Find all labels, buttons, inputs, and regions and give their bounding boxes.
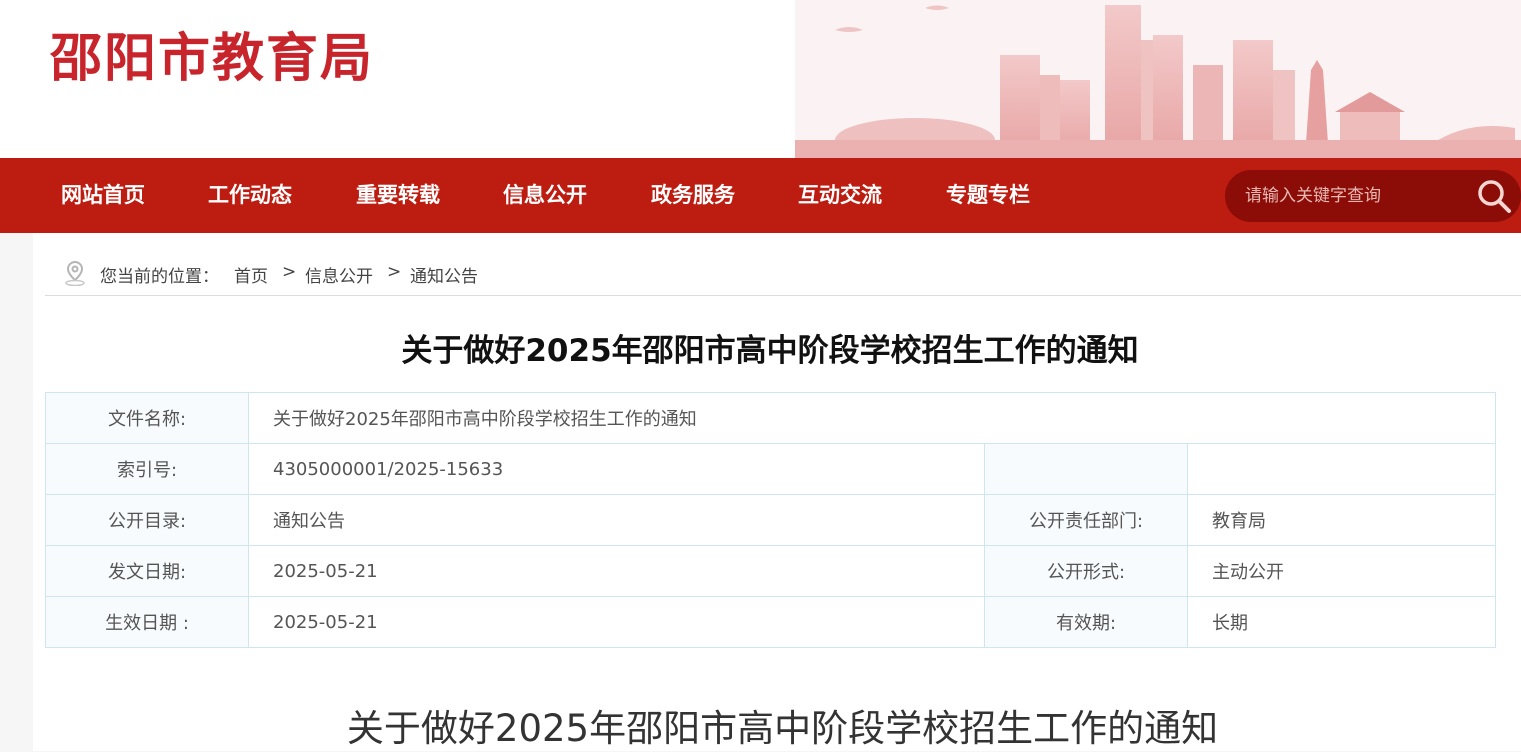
nav-work-news[interactable]: 工作动态: [208, 158, 292, 233]
catalog-value: 通知公告: [248, 494, 985, 546]
table-row: 公开目录: 通知公告 公开责任部门: 教育局: [45, 494, 1496, 546]
nav-interaction[interactable]: 互动交流: [798, 158, 882, 233]
issue-date-label: 发文日期:: [45, 545, 249, 597]
breadcrumb-separator: >: [387, 262, 402, 282]
validity-label: 有效期:: [984, 596, 1188, 648]
table-row: 生效日期 : 2025-05-21 有效期: 长期: [45, 596, 1496, 648]
empty-value-cell: [1187, 443, 1496, 495]
validity-value: 长期: [1187, 596, 1496, 648]
document-meta-table: 文件名称: 关于做好2025年邵阳市高中阶段学校招生工作的通知 索引号: 430…: [45, 392, 1496, 648]
nav-special-topics[interactable]: 专题专栏: [946, 158, 1030, 233]
dept-value: 教育局: [1187, 494, 1496, 546]
city-skyline-banner: [795, 0, 1521, 158]
breadcrumb-info-disclosure[interactable]: 信息公开: [305, 262, 373, 287]
document-title: 关于做好2025年邵阳市高中阶段学校招生工作的通知: [401, 333, 1139, 369]
index-value: 4305000001/2025-15633: [248, 443, 985, 495]
dept-label: 公开责任部门:: [984, 494, 1188, 546]
breadcrumb-notices[interactable]: 通知公告: [410, 262, 478, 287]
table-row: 发文日期: 2025-05-21 公开形式: 主动公开: [45, 545, 1496, 597]
file-name-value: 关于做好2025年邵阳市高中阶段学校招生工作的通知: [248, 392, 1496, 444]
nav-gov-services[interactable]: 政务服务: [651, 158, 735, 233]
nav-reprints[interactable]: 重要转载: [356, 158, 440, 233]
nav-info-disclosure[interactable]: 信息公开: [503, 158, 587, 233]
search-input[interactable]: [1245, 170, 1465, 222]
table-row: 文件名称: 关于做好2025年邵阳市高中阶段学校招生工作的通知: [45, 392, 1496, 444]
breadcrumb: 您当前的位置： 首页 > 信息公开 > 通知公告: [45, 252, 1521, 296]
nav-home[interactable]: 网站首页: [61, 158, 145, 233]
breadcrumb-home[interactable]: 首页: [234, 262, 268, 287]
table-row: 索引号: 4305000001/2025-15633: [45, 443, 1496, 495]
site-title[interactable]: 邵阳市教育局: [50, 16, 374, 91]
search-icon[interactable]: [1474, 176, 1514, 216]
effective-date-value: 2025-05-21: [248, 596, 985, 648]
article-title: 关于做好2025年邵阳市高中阶段学校招生工作的通知: [346, 707, 1219, 750]
empty-label-cell: [984, 443, 1188, 495]
file-name-label: 文件名称:: [45, 392, 249, 444]
location-pin-icon: [65, 260, 85, 286]
breadcrumb-prefix: 您当前的位置：: [100, 267, 219, 287]
disclosure-form-value: 主动公开: [1187, 545, 1496, 597]
effective-date-label: 生效日期 :: [45, 596, 249, 648]
disclosure-form-label: 公开形式:: [984, 545, 1188, 597]
catalog-label: 公开目录:: [45, 494, 249, 546]
issue-date-value: 2025-05-21: [248, 545, 985, 597]
index-label: 索引号:: [45, 443, 249, 495]
site-header: 邵阳市教育局: [0, 0, 1521, 158]
breadcrumb-separator: >: [282, 262, 297, 282]
